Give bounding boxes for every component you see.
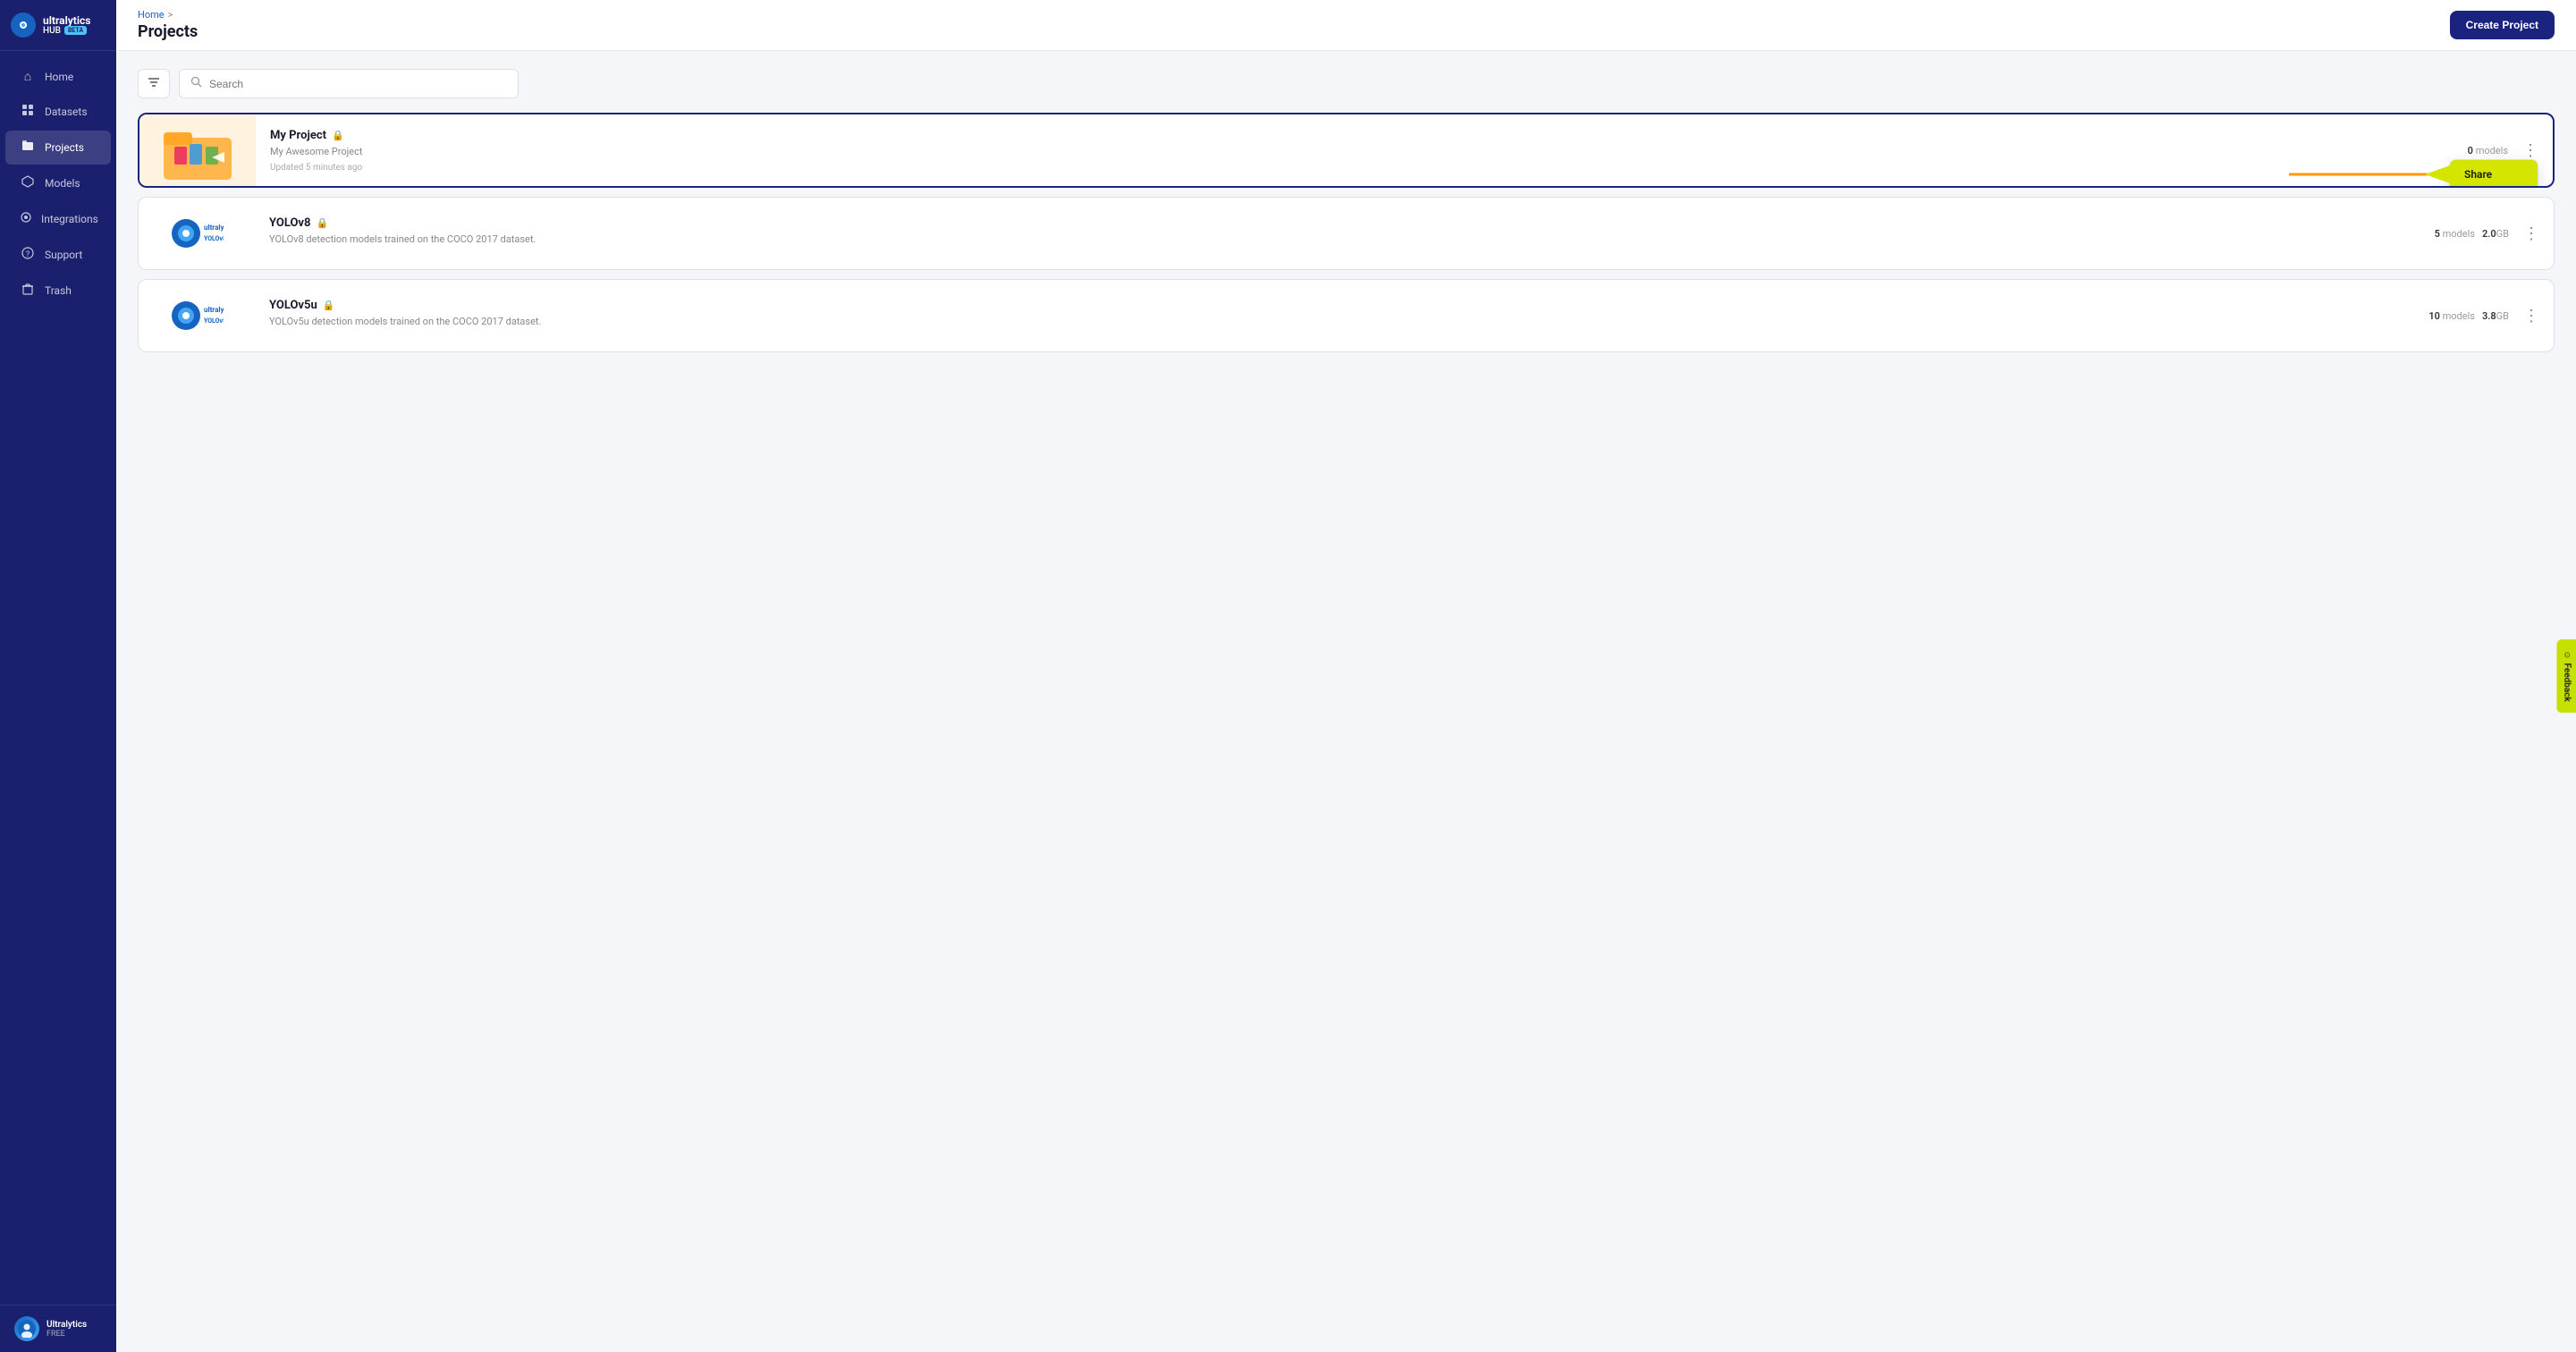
project-description: YOLOv5u detection models trained on the … (269, 316, 2414, 327)
svg-text:?: ? (26, 250, 30, 259)
filter-icon (148, 76, 160, 89)
top-bar: Home > Projects Create Project (116, 0, 2576, 51)
dropdown-menu: Share Edit Delete (2449, 159, 2538, 188)
svg-text:ultralytics: ultralytics (204, 224, 224, 232)
card-right: 10 models 3.8GB ⋮ (2428, 303, 2554, 329)
support-icon: ? (20, 247, 36, 263)
lock-icon: 🔒 (323, 300, 335, 311)
breadcrumb-separator: > (168, 9, 173, 21)
project-updated: Updated 5 minutes ago (270, 163, 2454, 173)
beta-badge: BETA (64, 26, 87, 35)
sidebar-item-models-label: Models (45, 177, 80, 190)
project-description: YOLOv8 detection models trained on the C… (269, 233, 2420, 245)
project-name: My Project (270, 129, 326, 142)
lock-icon: 🔒 (316, 217, 328, 229)
user-plan: FREE (46, 1330, 87, 1339)
filter-button[interactable] (138, 69, 170, 98)
feedback-tab[interactable]: ☺ Feedback (2556, 639, 2576, 713)
project-thumbnail-yolov8: ultralytics YOLOv8 (139, 198, 255, 269)
project-thumbnail-yolov5u: ultralytics YOLOv5 (139, 280, 255, 351)
sidebar-item-integrations[interactable]: Integrations (5, 202, 111, 236)
project-name: YOLOv5u (269, 299, 317, 312)
sidebar-item-support-label: Support (45, 249, 82, 261)
card-header: My Project 🔒 (270, 129, 2454, 142)
user-info: Ultralytics FREE (46, 1320, 87, 1339)
svg-text:YOLOv8: YOLOv8 (204, 235, 224, 242)
lock-icon: 🔒 (332, 130, 344, 141)
share-menu-item[interactable]: Share (2450, 160, 2538, 188)
sidebar-item-projects-label: Projects (45, 141, 84, 154)
models-count: 10 models (2428, 310, 2475, 322)
sidebar-item-trash-label: Trash (45, 284, 72, 297)
feedback-label: Feedback (2562, 663, 2572, 701)
app-name: ultralytics (43, 15, 90, 26)
svg-text:YOLOv5: YOLOv5 (204, 317, 224, 325)
sidebar: ultralytics HUB BETA ⌂ Home Datasets Pro… (0, 0, 116, 1352)
table-row[interactable]: ultralytics YOLOv8 YOLOv8 🔒 YOLOv8 detec… (138, 197, 2555, 270)
sidebar-nav: ⌂ Home Datasets Projects Models Integr (0, 51, 116, 1305)
folder-illustration (162, 122, 233, 180)
storage-size: 3.8GB (2482, 310, 2509, 322)
search-input[interactable] (209, 78, 507, 90)
sidebar-item-models[interactable]: Models (5, 166, 111, 200)
models-count: 0 models (2468, 145, 2508, 156)
sidebar-item-datasets-label: Datasets (45, 106, 88, 118)
sidebar-item-home[interactable]: ⌂ Home (5, 60, 111, 93)
card-header: YOLOv5u 🔒 (269, 299, 2414, 312)
breadcrumb: Home > Projects (138, 9, 198, 41)
share-pointer (2425, 165, 2450, 183)
sidebar-item-integrations-label: Integrations (41, 213, 98, 225)
create-project-button[interactable]: Create Project (2450, 11, 2555, 39)
trash-icon (20, 283, 36, 299)
logo-icon (11, 13, 36, 38)
sidebar-item-support[interactable]: ? Support (5, 238, 111, 272)
sidebar-item-projects[interactable]: Projects (5, 131, 111, 165)
datasets-icon (20, 104, 36, 120)
card-info: My Project 🔒 My Awesome Project Updated … (256, 116, 2468, 185)
sidebar-item-home-label: Home (45, 71, 73, 83)
storage-size: 2.0GB (2482, 228, 2509, 240)
avatar (14, 1316, 39, 1341)
project-description: My Awesome Project (270, 146, 2454, 157)
card-info: YOLOv5u 🔒 YOLOv5u detection models train… (255, 286, 2428, 345)
main-content: Home > Projects Create Project (116, 0, 2576, 1352)
project-name: YOLOv8 (269, 216, 310, 230)
logo-text: ultralytics HUB BETA (43, 15, 90, 36)
card-info: YOLOv8 🔒 YOLOv8 detection models trained… (255, 204, 2435, 263)
models-icon (20, 175, 36, 191)
ultralytics-logo-yolov8: ultralytics YOLOv8 (170, 216, 224, 250)
card-header: YOLOv8 🔒 (269, 216, 2420, 230)
logo-area: ultralytics HUB BETA (0, 0, 116, 51)
project-list: My Project 🔒 My Awesome Project Updated … (138, 113, 2555, 352)
projects-icon (20, 139, 36, 156)
card-right: 5 models 2.0GB ⋮ (2435, 221, 2554, 247)
breadcrumb-home[interactable]: Home (138, 9, 165, 21)
page-title: Projects (138, 22, 198, 41)
svg-text:ultralytics: ultralytics (204, 306, 224, 314)
integrations-icon (20, 211, 32, 227)
toolbar (138, 69, 2555, 98)
search-icon (190, 76, 202, 91)
table-row[interactable]: My Project 🔒 My Awesome Project Updated … (138, 113, 2555, 188)
share-arrow-line (2289, 173, 2428, 176)
home-icon: ⌂ (20, 69, 36, 84)
sidebar-item-trash[interactable]: Trash (5, 274, 111, 308)
user-footer: Ultralytics FREE (0, 1305, 116, 1352)
more-button[interactable]: ⋮ (2516, 303, 2546, 329)
feedback-icon: ☺ (2562, 650, 2572, 659)
ultralytics-logo-yolov5u: ultralytics YOLOv5 (170, 299, 224, 333)
table-row[interactable]: ultralytics YOLOv5 YOLOv5u 🔒 YOLOv5u det… (138, 279, 2555, 352)
models-count: 5 models (2435, 228, 2475, 240)
sidebar-item-datasets[interactable]: Datasets (5, 95, 111, 129)
app-hub: HUB BETA (43, 26, 90, 36)
search-box (179, 69, 519, 98)
share-label: Share (2464, 168, 2492, 181)
user-name: Ultralytics (46, 1320, 87, 1330)
more-button[interactable]: ⋮ (2516, 221, 2546, 247)
content-area: My Project 🔒 My Awesome Project Updated … (116, 51, 2576, 1352)
project-thumbnail (139, 114, 256, 186)
breadcrumb-path: Home > (138, 9, 198, 21)
